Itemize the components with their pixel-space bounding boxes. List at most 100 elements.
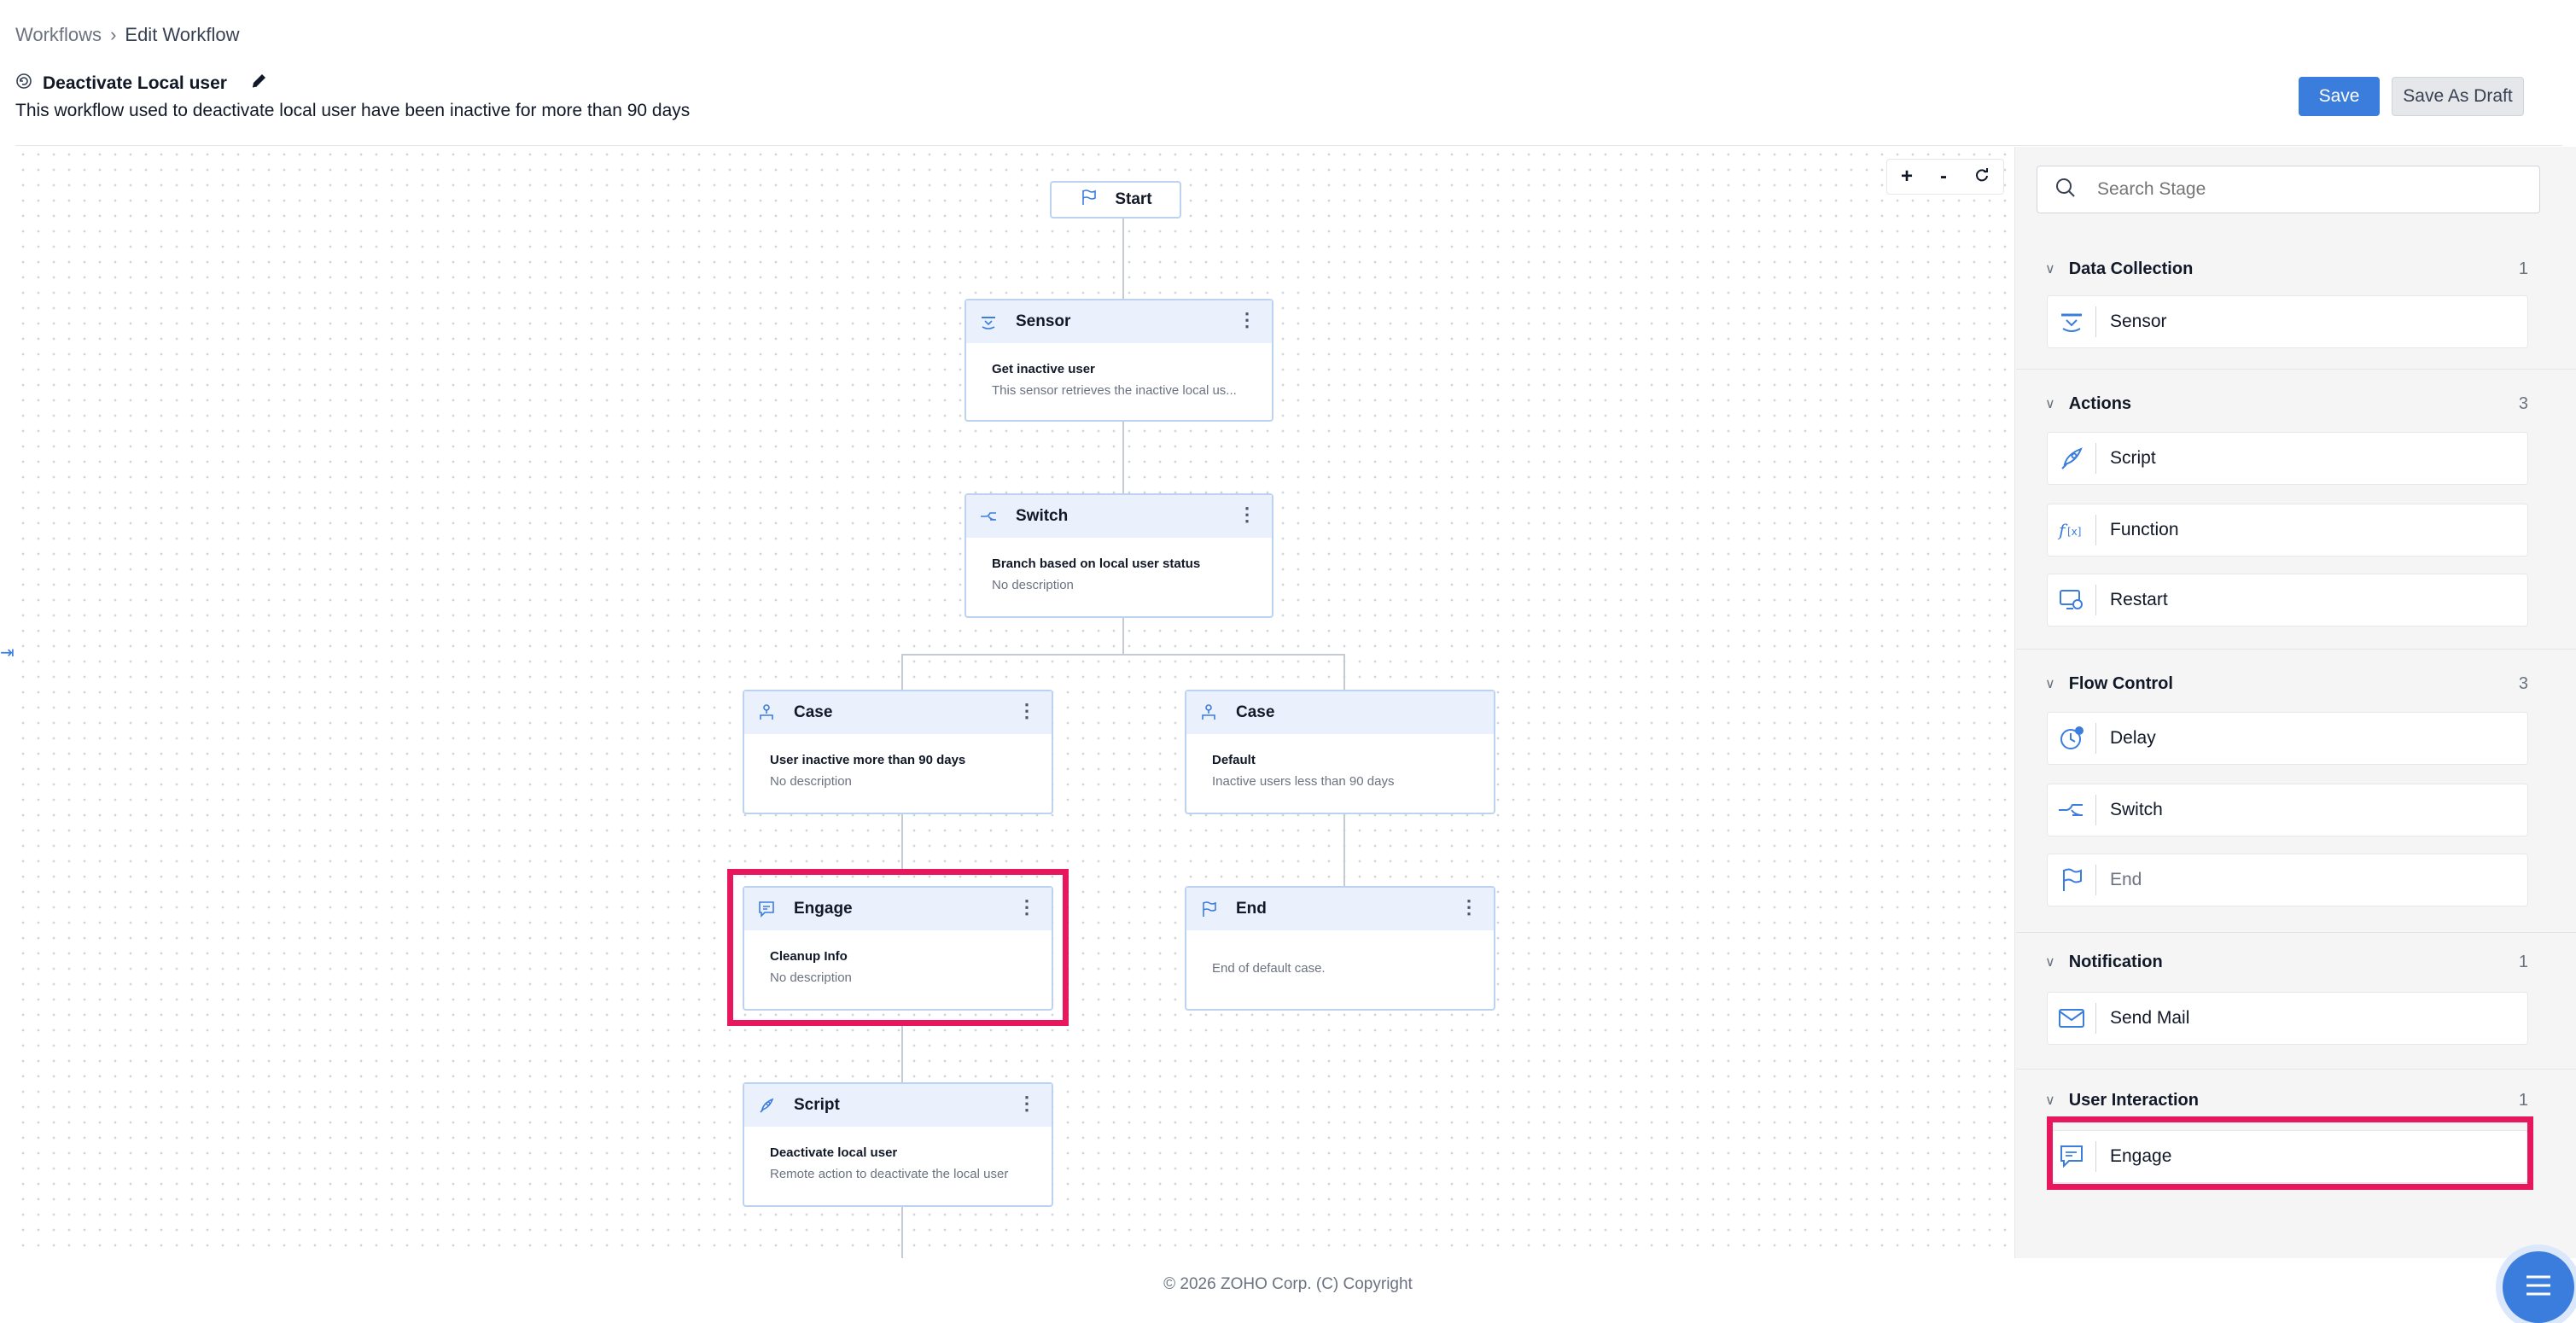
section-user-interaction[interactable]: ∨ User Interaction 1 (2045, 1087, 2528, 1113)
section-count: 1 (2518, 1090, 2528, 1110)
svg-text:[x]: [x] (2067, 526, 2081, 538)
header-divider (15, 145, 2562, 146)
section-divider (2016, 932, 2576, 933)
engage-stage-highlight (2047, 1116, 2533, 1190)
search-stage-input[interactable] (2095, 178, 2509, 201)
more-options-icon[interactable]: ⋮ (1460, 898, 1478, 917)
section-data-collection[interactable]: ∨ Data Collection 1 (2045, 256, 2528, 282)
section-divider (2016, 369, 2576, 370)
zoom-controls: + - (1886, 159, 2004, 195)
stage-item-label: Sensor (2110, 312, 2167, 331)
section-notification[interactable]: ∨ Notification 1 (2045, 949, 2528, 975)
expand-sidebar-icon[interactable]: ⇥ (0, 642, 15, 667)
sensor-icon (978, 312, 999, 332)
connector-line (1122, 616, 1124, 654)
node-description: End of default case. (1212, 961, 1326, 976)
start-node[interactable]: Start (1050, 181, 1181, 219)
search-icon (2054, 177, 2077, 203)
save-button[interactable]: Save (2299, 77, 2380, 116)
node-title: Get inactive user (992, 362, 1095, 376)
stage-item-delay[interactable]: Delay (2047, 712, 2528, 765)
chevron-down-icon: ∨ (2045, 677, 2055, 691)
search-box[interactable] (2037, 166, 2540, 213)
stage-item-restart[interactable]: Restart (2047, 574, 2528, 627)
connector-line (901, 814, 903, 869)
node-type: Case (794, 703, 833, 721)
more-options-icon[interactable]: ⋮ (1017, 702, 1036, 720)
workflow-description: This workflow used to deactivate local u… (15, 101, 691, 120)
chevron-down-icon: ∨ (2045, 1093, 2055, 1108)
node-title: Default (1212, 753, 1256, 767)
stage-item-sensor[interactable]: Sensor (2047, 295, 2528, 348)
stage-item-label: Restart (2110, 590, 2168, 609)
section-title: User Interaction (2068, 1090, 2199, 1110)
stage-item-switch[interactable]: Switch (2047, 784, 2528, 836)
stage-item-label: End (2110, 870, 2142, 889)
section-count: 1 (2518, 952, 2528, 971)
section-flow-control[interactable]: ∨ Flow Control 3 (2045, 671, 2528, 696)
section-count: 3 (2518, 673, 2528, 693)
sensor-icon (2048, 306, 2096, 337)
stage-item-end[interactable]: End (2047, 854, 2528, 906)
clock-icon (2048, 723, 2096, 754)
workflow-title-row: Deactivate Local user (15, 72, 268, 96)
stage-item-script[interactable]: Script (2047, 432, 2528, 485)
flag-icon (1079, 188, 1098, 212)
flag-icon (2048, 865, 2096, 895)
reset-zoom-icon[interactable] (1974, 165, 1990, 189)
chevron-down-icon: ∨ (2045, 397, 2055, 411)
node-type: Sensor (1016, 312, 1071, 330)
zoom-in-button[interactable]: + (1901, 165, 1913, 189)
sensor-node[interactable]: Sensor ⋮ Get inactive user This sensor r… (965, 299, 1273, 422)
node-type: Script (794, 1096, 840, 1114)
node-title: Branch based on local user status (992, 557, 1201, 571)
stage-item-send-mail[interactable]: Send Mail (2047, 992, 2528, 1045)
rocket-icon (756, 1095, 777, 1116)
stage-item-function[interactable]: f [x] Function (2047, 504, 2528, 557)
connector-line (901, 654, 1345, 656)
node-title: Deactivate local user (770, 1145, 898, 1160)
connector-line (1343, 654, 1345, 690)
chevron-down-icon: ∨ (2045, 955, 2055, 970)
connector-line (1343, 814, 1345, 886)
node-header: Script ⋮ (744, 1084, 1052, 1127)
section-count: 3 (2518, 393, 2528, 413)
section-actions[interactable]: ∨ Actions 3 (2045, 391, 2528, 417)
case-node[interactable]: Case ⋮ User inactive more than 90 days N… (743, 690, 1053, 814)
node-type: Switch (1016, 507, 1069, 525)
case-node[interactable]: Case Default Inactive users less than 90… (1185, 690, 1495, 814)
workflow-title: Deactivate Local user (43, 73, 227, 93)
connector-line (901, 1207, 903, 1258)
start-label: Start (1115, 190, 1152, 208)
node-type: Case (1236, 703, 1275, 721)
flag-icon (1198, 899, 1219, 919)
more-options-icon[interactable]: ⋮ (1238, 311, 1256, 329)
save-as-draft-button[interactable]: Save As Draft (2392, 77, 2524, 116)
node-body: User inactive more than 90 days No descr… (744, 734, 1052, 807)
switch-node[interactable]: Switch ⋮ Branch based on local user stat… (965, 493, 1273, 618)
case-icon (756, 702, 777, 723)
end-node[interactable]: End ⋮ End of default case. (1185, 886, 1495, 1011)
function-icon: f [x] (2048, 515, 2096, 545)
node-body: End of default case. (1186, 930, 1494, 994)
connector-line (901, 654, 903, 690)
node-title: User inactive more than 90 days (770, 753, 966, 767)
node-header: End ⋮ (1186, 888, 1494, 930)
zoom-out-button[interactable]: - (1940, 165, 1947, 189)
node-description: Inactive users less than 90 days (1212, 774, 1395, 789)
node-body: Get inactive user This sensor retrieves … (966, 343, 1272, 417)
script-node[interactable]: Script ⋮ Deactivate local user Remote ac… (743, 1082, 1053, 1207)
stage-item-label: Send Mail (2110, 1008, 2190, 1028)
engage-node-highlight (727, 869, 1069, 1026)
edit-pencil-icon[interactable] (249, 72, 268, 96)
more-options-icon[interactable]: ⋮ (1017, 1094, 1036, 1113)
stage-item-label: Delay (2110, 728, 2156, 748)
breadcrumb-workflows-link[interactable]: Workflows (15, 24, 102, 46)
node-description: Remote action to deactivate the local us… (770, 1167, 1009, 1181)
section-title: Actions (2068, 393, 2132, 413)
menu-fab-button[interactable] (2503, 1251, 2574, 1323)
workflow-status-icon (15, 73, 32, 95)
more-options-icon[interactable]: ⋮ (1238, 505, 1256, 524)
mail-icon (2048, 1003, 2096, 1034)
stage-item-label: Switch (2110, 800, 2163, 819)
